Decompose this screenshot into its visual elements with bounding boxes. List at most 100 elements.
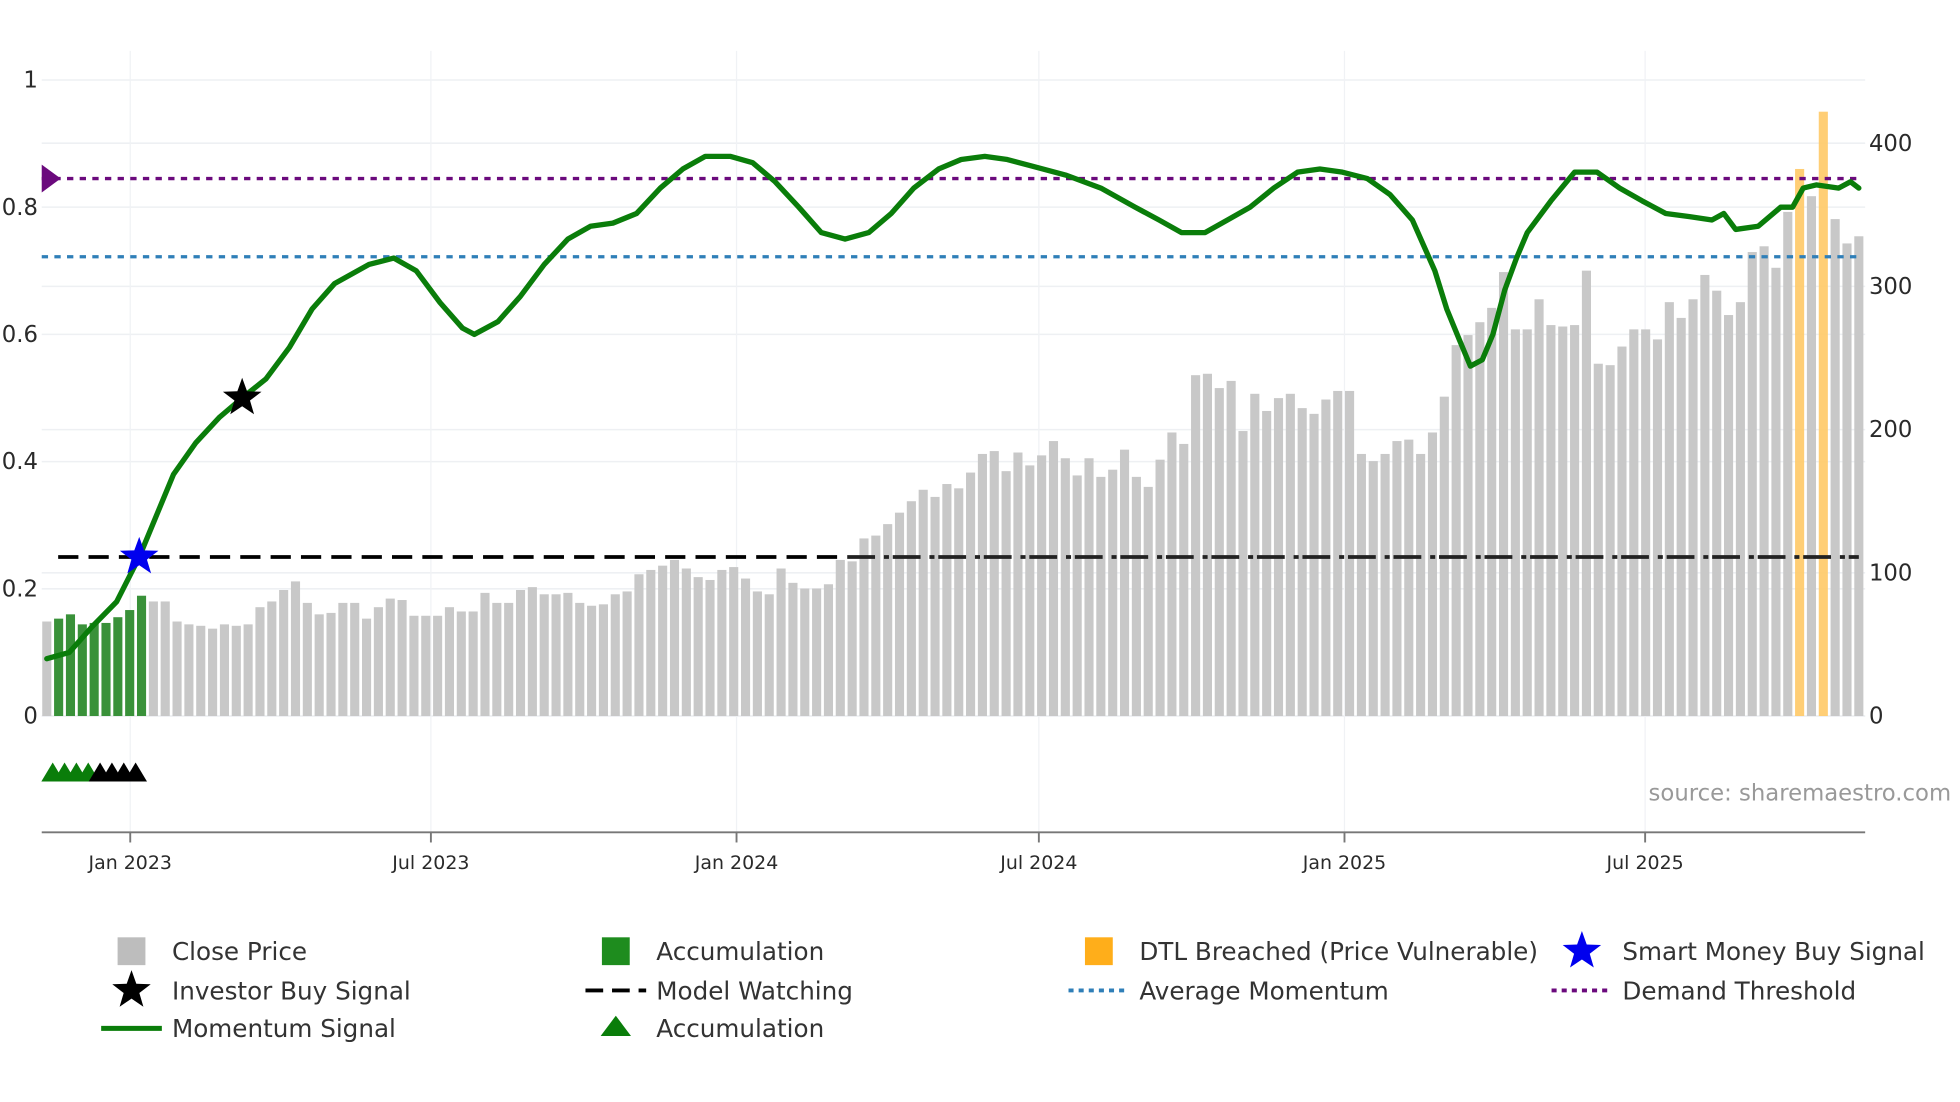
- dtl-breached-bar: [1795, 168, 1805, 717]
- close-price-bar: [752, 591, 762, 717]
- close-price-bar: [1475, 322, 1485, 717]
- close-price-bar: [942, 484, 952, 717]
- close-price-bar: [539, 594, 549, 717]
- legend-square-icon: [1084, 937, 1113, 966]
- close-price-bar: [456, 611, 466, 717]
- close-price-bar: [1581, 270, 1591, 717]
- close-price-bar: [1333, 390, 1343, 717]
- close-price-bar: [1380, 453, 1390, 717]
- source-label: source: sharemaestro.com: [1649, 781, 1952, 807]
- close-price-bar: [1676, 317, 1686, 717]
- demand-threshold-marker-icon: [41, 164, 61, 193]
- close-price-bar: [397, 600, 407, 717]
- close-price-bar: [184, 624, 194, 717]
- close-price-bar: [989, 451, 999, 717]
- close-price-bar: [504, 602, 514, 717]
- legend-label-momentum-signal: Momentum Signal: [172, 1014, 396, 1043]
- close-price-bar: [1854, 236, 1864, 717]
- close-price-bar: [1641, 329, 1651, 717]
- legend: Close Price Accumulation DTL Breached (Pri…: [101, 930, 1925, 1043]
- accumulation-bar: [89, 622, 99, 717]
- close-price-bar: [373, 607, 383, 717]
- close-price-bar: [1700, 274, 1710, 717]
- close-price-bar: [1510, 329, 1520, 717]
- close-price-bar: [1025, 465, 1035, 717]
- close-price-bar: [1119, 449, 1130, 717]
- close-price-bar: [444, 607, 455, 717]
- close-price-bar: [681, 568, 691, 717]
- close-price-bar: [729, 567, 739, 717]
- close-price-bar: [1048, 441, 1059, 717]
- close-price-bar: [883, 524, 893, 717]
- close-price-bar: [1060, 458, 1070, 717]
- legend-label-average-momentum: Average Momentum: [1139, 976, 1388, 1005]
- close-price-bar: [148, 601, 158, 717]
- close-price-bar: [255, 607, 265, 717]
- close-price-bar: [338, 602, 348, 717]
- close-price-bar: [1037, 455, 1047, 717]
- close-price-bar: [1155, 459, 1165, 717]
- close-price-bar: [1250, 393, 1260, 717]
- close-price-bar: [527, 587, 537, 717]
- close-price-bar: [172, 621, 182, 717]
- accumulation-bar: [125, 610, 135, 717]
- close-price-bar: [1345, 390, 1355, 717]
- close-price-bar: [1759, 246, 1769, 717]
- close-price-bar: [1072, 475, 1082, 717]
- close-price-bars: [42, 111, 1864, 717]
- close-price-bar: [385, 598, 395, 717]
- close-price-bar: [1617, 346, 1627, 717]
- left-axis-tick-label: 0.8: [2, 195, 38, 221]
- close-price-bar: [1108, 469, 1118, 717]
- legend-label-demand-threshold: Demand Threshold: [1622, 976, 1856, 1005]
- close-price-bar: [1238, 431, 1248, 717]
- close-price-bar: [433, 615, 443, 717]
- x-axis-tick-label: Jul 2023: [391, 852, 469, 874]
- close-price-bar: [1013, 452, 1023, 717]
- close-price-bar: [1368, 461, 1378, 717]
- close-price-bar: [634, 574, 644, 717]
- close-price-bar: [859, 538, 869, 717]
- legend-label-close-price: Close Price: [172, 937, 307, 966]
- close-price-bar: [1084, 458, 1094, 717]
- x-axis-tick-label: Jul 2024: [999, 852, 1077, 874]
- close-price-bar: [1001, 471, 1011, 717]
- close-price-bar: [871, 535, 881, 717]
- close-price-bar: [468, 611, 478, 717]
- signal-markers: [41, 377, 262, 782]
- close-price-bar: [515, 589, 526, 717]
- legend-star-icon: [112, 970, 151, 1007]
- close-price-bar: [1404, 439, 1414, 717]
- legend-square-icon: [601, 937, 630, 966]
- close-price-bar: [1285, 393, 1295, 717]
- close-price-bar: [1652, 339, 1663, 717]
- close-price-bar: [1309, 413, 1319, 717]
- close-price-bar: [326, 612, 336, 717]
- close-price-bar: [966, 472, 976, 717]
- close-price-bar: [563, 592, 573, 717]
- close-price-bar: [1593, 363, 1603, 717]
- legend-star-icon: [1562, 930, 1602, 968]
- legend-label-accumulation: Accumulation: [656, 1014, 824, 1043]
- close-price-bar: [1534, 299, 1544, 717]
- close-price-bar: [776, 568, 786, 717]
- smart-money-buy-star-icon: [119, 536, 159, 574]
- close-price-bar: [658, 565, 668, 717]
- right-axis-tick-label: 0: [1869, 704, 1883, 730]
- close-price-bar: [551, 594, 561, 717]
- close-price-bar: [1392, 441, 1402, 717]
- close-price-bar: [1712, 290, 1722, 717]
- close-price-bar: [918, 489, 928, 717]
- close-price-bar: [812, 588, 822, 717]
- close-price-bar: [267, 601, 277, 717]
- legend-label-accumulation: Accumulation: [656, 937, 824, 966]
- close-price-bar: [279, 589, 289, 717]
- close-price-bar: [1096, 476, 1106, 717]
- close-price-bar: [1570, 325, 1580, 717]
- close-price-bar: [764, 594, 774, 717]
- close-price-bar: [977, 453, 987, 717]
- close-price-bar: [575, 602, 585, 717]
- close-price-bar: [314, 614, 324, 717]
- close-price-bar: [598, 604, 608, 717]
- close-price-bar: [1830, 219, 1840, 717]
